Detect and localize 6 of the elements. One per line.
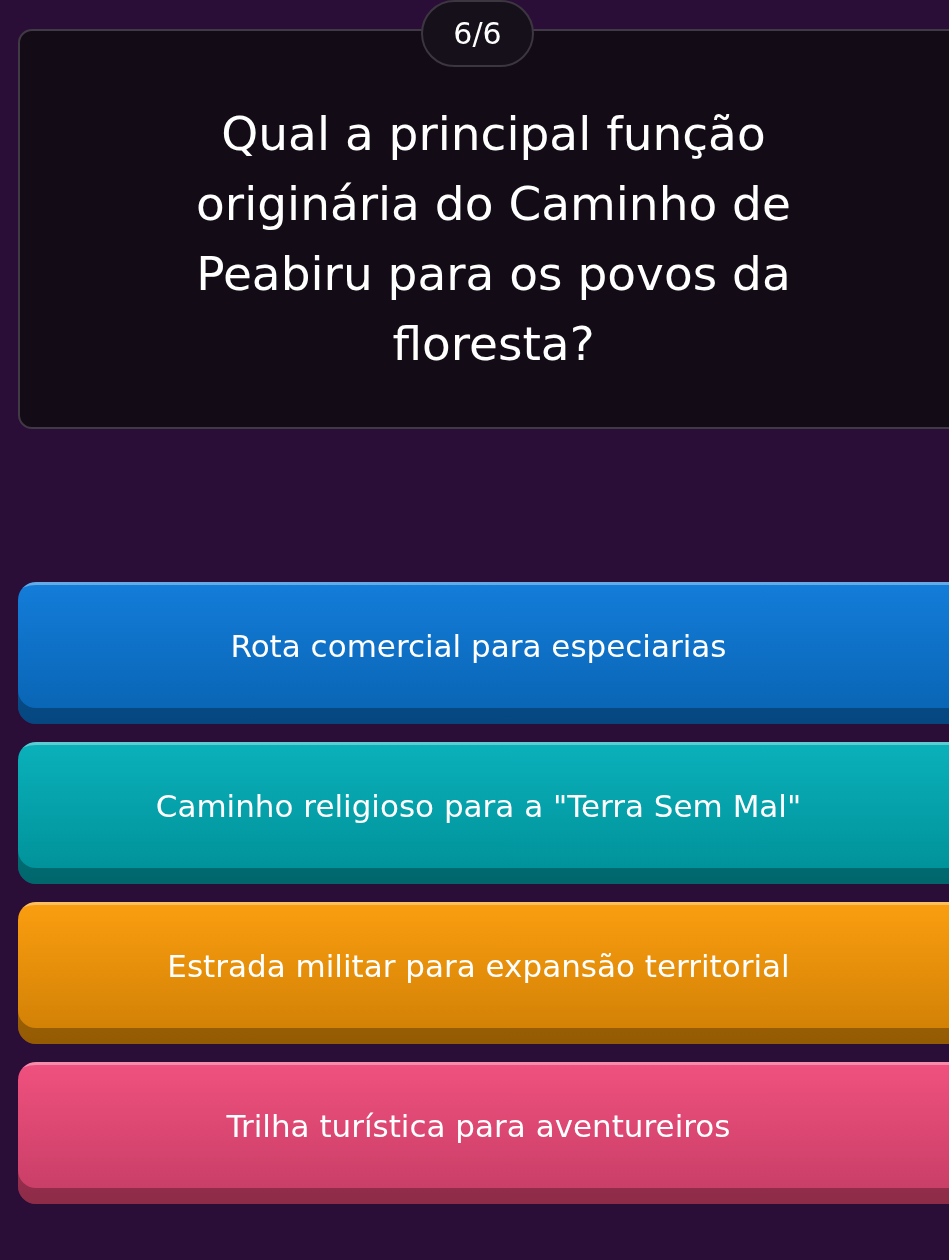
answer-button[interactable]: Trilha turística para aventureiros (18, 1062, 949, 1204)
answer-button[interactable]: Rota comercial para especiarias (18, 582, 949, 724)
answer-button[interactable]: Caminho religioso para a "Terra Sem Mal" (18, 742, 949, 884)
question-counter: 6/6 (421, 0, 534, 67)
answer-button[interactable]: Estrada militar para expansão territorial (18, 902, 949, 1044)
question-text: Qual a principal função originária do Caminho de Peabiru para os povos da floresta? (195, 105, 792, 373)
